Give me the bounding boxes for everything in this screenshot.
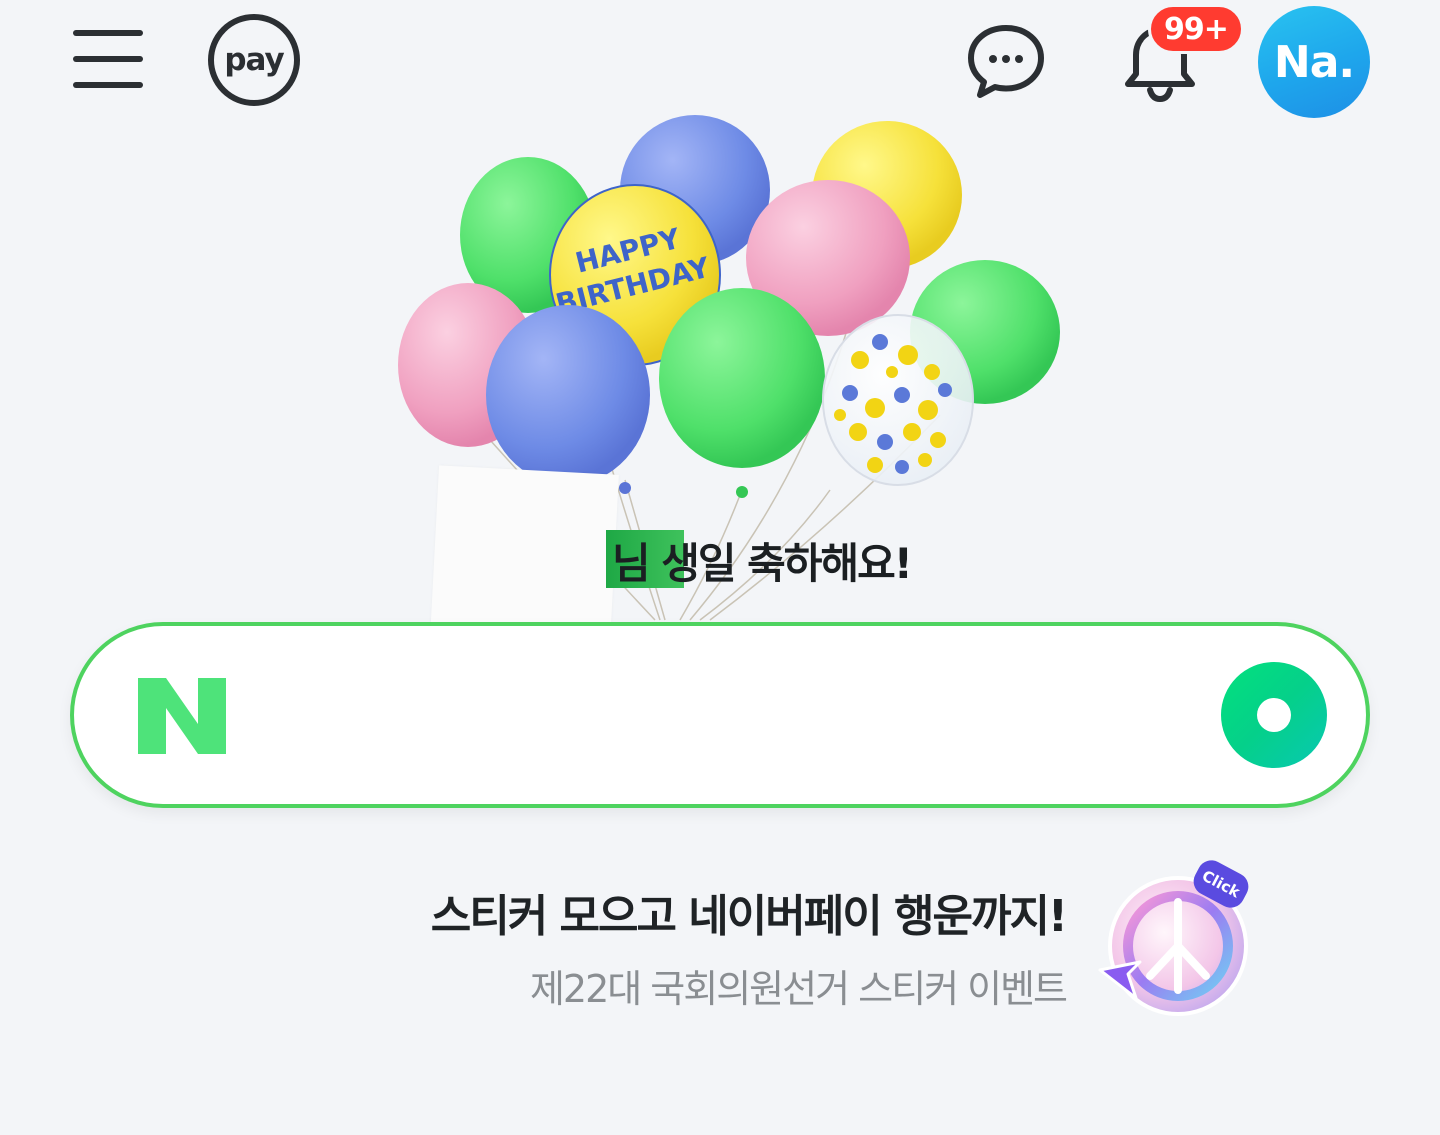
menu-line	[73, 30, 143, 36]
menu-line	[73, 56, 143, 62]
menu-line	[73, 82, 143, 88]
greeting-text: 님 생일 축하해요!	[612, 539, 913, 588]
promo-subtitle[interactable]: 제22대 국회의원선거 스티커 이벤트	[376, 958, 1068, 1013]
search-button[interactable]	[1221, 662, 1327, 768]
notification-count: 99+	[1164, 11, 1229, 47]
click-tag-label: Click	[1199, 866, 1243, 902]
menu-button[interactable]	[70, 28, 146, 92]
promo-title[interactable]: 스티커 모으고 네이버페이 행운까지!	[376, 880, 1068, 944]
notification-badge: 99+	[1148, 4, 1244, 54]
profile-avatar[interactable]: Na.	[1258, 6, 1370, 118]
naver-n-logo-icon[interactable]	[136, 676, 228, 756]
avatar-label: Na.	[1273, 36, 1355, 88]
pay-label: pay	[224, 42, 284, 78]
birthday-greeting: 님 생일 축하해요!	[604, 530, 913, 590]
chat-bubble-icon	[968, 25, 1044, 98]
talk-button[interactable]	[966, 22, 1046, 100]
pay-button[interactable]: pay	[208, 14, 300, 106]
search-input[interactable]	[250, 668, 1190, 764]
